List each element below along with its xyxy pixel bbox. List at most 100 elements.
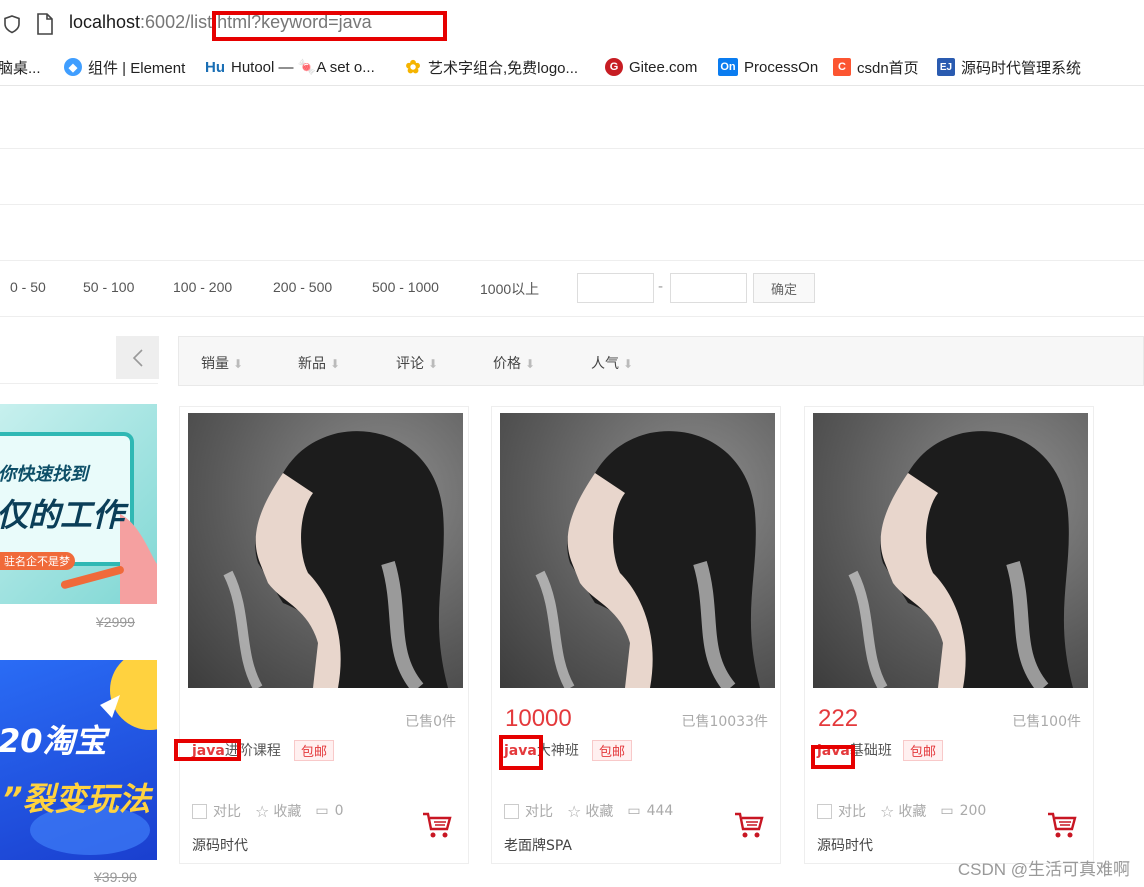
sort-by-comments[interactable]: 评论 ⬇ — [396, 353, 438, 373]
comment-count: 200 — [959, 803, 987, 819]
product-price: 10000 — [505, 705, 572, 732]
comment-icon: ▭ — [940, 803, 954, 819]
sort-label: 评论 — [396, 356, 424, 372]
filter-row-divider — [0, 316, 1144, 317]
bookmark-label: 组件 | Element — [88, 59, 186, 77]
gear-logo-icon: ✿ — [405, 56, 421, 77]
bookmark-label: ProcessOn — [744, 58, 819, 76]
shop-name[interactable]: 老面牌SPA — [504, 835, 572, 855]
sort-down-icon: ⬇ — [525, 357, 536, 371]
shield-icon[interactable] — [2, 14, 22, 34]
bookmark-item[interactable]: 脑桌... — [0, 56, 41, 78]
ad-text: 你快速找到 — [0, 464, 88, 485]
comment-count: 0 — [334, 803, 344, 819]
bookmarks-bar: 脑桌... ◆ 组件 | Element Hu Hutool — 🍬A set … — [0, 48, 1144, 86]
sort-by-new[interactable]: 新品 ⬇ — [298, 353, 340, 373]
bookmark-label: Hutool — 🍬A set o... — [231, 59, 375, 76]
filter-row-divider — [0, 148, 1144, 149]
free-shipping-badge: 包邮 — [903, 740, 944, 761]
hutool-logo-icon: Hu — [205, 58, 225, 76]
cart-icon[interactable] — [422, 811, 452, 839]
csdn-logo-icon: C — [833, 58, 851, 76]
sold-count: 已售10033件 — [681, 714, 768, 730]
comments-link[interactable]: ▭ 0 — [315, 803, 343, 819]
confirm-price-button[interactable]: 确定 — [753, 273, 815, 303]
price-range-option[interactable]: 200 - 500 — [273, 279, 332, 295]
bookmark-item[interactable]: ✿ 艺术字组合,免费logo... — [404, 56, 578, 78]
price-range-option[interactable]: 1000以上 — [480, 279, 539, 299]
comments-link[interactable]: ▭ 200 — [940, 803, 986, 819]
ad-banner-job[interactable]: 你快速找到 仅的工作 驻名企不是梦 — [0, 404, 157, 604]
bookmark-item[interactable]: ◆ 组件 | Element — [64, 56, 185, 78]
portrait-image — [535, 431, 760, 688]
price-range-option[interactable]: 500 - 1000 — [372, 279, 439, 295]
max-price-input[interactable] — [670, 273, 747, 303]
page-icon — [37, 13, 53, 35]
sort-down-icon: ⬇ — [428, 357, 439, 371]
filter-row-divider — [0, 260, 1144, 261]
ad-price: ¥2999 — [96, 614, 135, 630]
watermark: CSDN @生活可真难啊 — [957, 860, 1130, 879]
gitee-logo-icon: G — [605, 58, 623, 76]
checkbox-icon — [817, 803, 832, 819]
ad-text: 20淘宝 — [0, 722, 107, 760]
processon-logo-icon: On — [718, 58, 738, 76]
comments-link[interactable]: ▭ 444 — [627, 803, 673, 819]
favorite-button[interactable]: ☆ 收藏 — [880, 801, 926, 821]
chevron-left-icon — [132, 348, 143, 367]
browser-url-bar: localhost:6002/list.html?keyword=java — [0, 0, 1144, 48]
sort-down-icon: ⬇ — [233, 357, 244, 371]
bookmark-label: 艺术字组合,免费logo... — [428, 59, 579, 77]
keyword-highlight — [811, 745, 855, 769]
shop-name[interactable]: 源码时代 — [192, 835, 248, 855]
sort-by-price[interactable]: 价格 ⬇ — [493, 353, 535, 373]
bookmark-item[interactable]: C csdn首页 — [833, 56, 919, 78]
ad-price: ¥39.90 — [94, 869, 137, 885]
min-price-input[interactable] — [577, 273, 654, 303]
favorite-label: 收藏 — [273, 804, 302, 820]
bookmark-item[interactable]: Hu Hutool — 🍬A set o... — [203, 56, 375, 78]
price-range-option[interactable]: 100 - 200 — [173, 279, 232, 295]
ej-logo-icon: EJ — [937, 58, 955, 76]
sold-count: 已售100件 — [1012, 714, 1081, 730]
ad-banner-taobao[interactable]: 20淘宝 ”裂变玩法 — [0, 660, 157, 860]
product-image[interactable] — [813, 413, 1088, 688]
sort-label: 人气 — [591, 356, 619, 372]
sort-by-popularity[interactable]: 人气 ⬇ — [591, 353, 633, 373]
product-card[interactable]: 已售0件 java进阶课程 包邮 对比 ☆ 收藏 ▭ 0 源码时代 — [179, 406, 469, 864]
product-image[interactable] — [188, 413, 463, 688]
sort-down-icon: ⬇ — [330, 357, 341, 371]
cart-icon[interactable] — [734, 811, 764, 839]
url-host: localhost — [69, 12, 141, 32]
url-keyword-highlight — [212, 11, 447, 41]
compare-toggle[interactable]: 对比 — [817, 801, 866, 821]
bookmark-item[interactable]: G Gitee.com — [605, 56, 697, 78]
product-card[interactable]: 10000 已售10033件 java大神班 包邮 对比 ☆ 收藏 ▭ 444 老面… — [491, 406, 781, 864]
favorite-label: 收藏 — [898, 804, 927, 820]
product-image[interactable] — [500, 413, 775, 688]
compare-toggle[interactable]: 对比 — [192, 801, 241, 821]
product-card[interactable]: 222 已售100件 java基础班 包邮 对比 ☆ 收藏 ▭ 200 源码时代 — [804, 406, 1094, 864]
product-price: 222 — [818, 705, 859, 732]
shop-name[interactable]: 源码时代 — [817, 835, 873, 855]
title-rest: 大神班 — [536, 743, 579, 759]
favorite-label: 收藏 — [585, 804, 614, 820]
compare-toggle[interactable]: 对比 — [504, 801, 553, 821]
price-range-option[interactable]: 0 - 50 — [10, 279, 46, 295]
portrait-image — [848, 431, 1073, 688]
favorite-button[interactable]: ☆ 收藏 — [255, 801, 301, 821]
sort-label: 新品 — [298, 356, 326, 372]
price-range-option[interactable]: 50 - 100 — [83, 279, 134, 295]
sort-down-icon: ⬇ — [623, 357, 634, 371]
compare-label: 对比 — [525, 804, 553, 820]
keyword-highlight — [174, 739, 241, 761]
free-shipping-badge: 包邮 — [294, 740, 335, 761]
favorite-button[interactable]: ☆ 收藏 — [567, 801, 613, 821]
filter-row-divider — [0, 204, 1144, 205]
cart-icon[interactable] — [1047, 811, 1077, 839]
bookmark-item[interactable]: On ProcessOn — [718, 56, 818, 78]
collapse-sidebar-button[interactable] — [116, 336, 159, 379]
sort-by-sales[interactable]: 销量 ⬇ — [201, 353, 243, 373]
bookmark-item[interactable]: EJ 源码时代管理系统 — [937, 56, 1081, 78]
sort-label: 价格 — [493, 356, 521, 372]
